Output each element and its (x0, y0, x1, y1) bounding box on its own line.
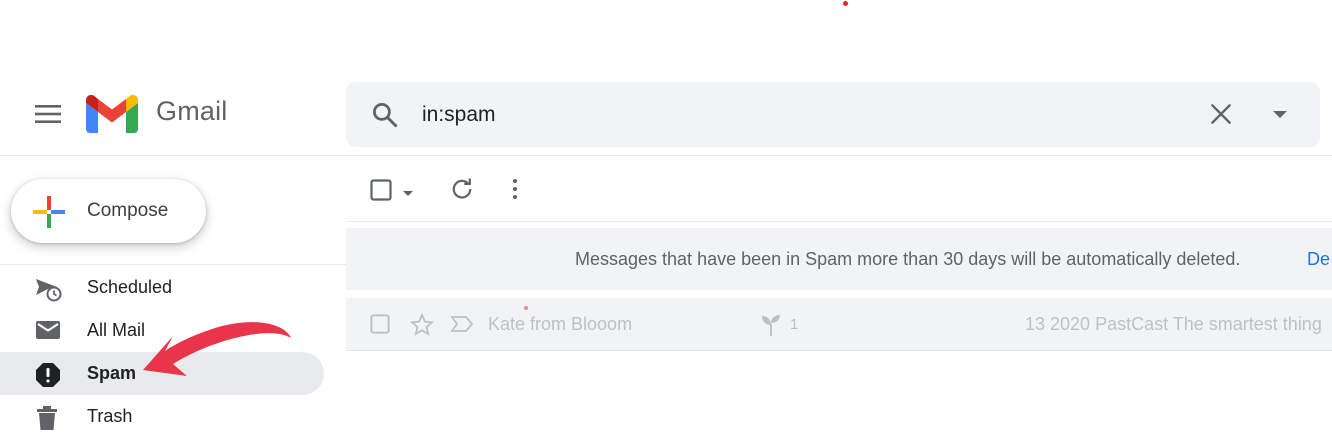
select-menu-caret-icon[interactable] (402, 185, 414, 203)
message-count: 1 (790, 316, 799, 333)
compose-label: Compose (87, 200, 169, 221)
decoration-dot (524, 306, 528, 310)
message-subject: 13 2020 PastCast The smartest thing (1025, 314, 1322, 334)
sidebar-item-label: Scheduled (87, 277, 173, 297)
gmail-m-logo-icon[interactable] (86, 94, 138, 138)
delete-all-spam-link[interactable]: De (1307, 249, 1330, 270)
annotation-arrow-icon (135, 318, 297, 387)
sprout-icon (760, 313, 782, 342)
hamburger-menu-icon (35, 105, 61, 123)
main-menu-button[interactable] (24, 90, 72, 138)
star-icon[interactable] (409, 312, 435, 342)
app-name: Gmail (156, 96, 228, 126)
message-sender: Kate from Blooom (488, 314, 633, 334)
sidebar-divider (0, 264, 346, 265)
trash-icon (35, 405, 59, 436)
sidebar-item-label: Trash (87, 406, 133, 426)
search-options-caret-icon[interactable] (1271, 108, 1289, 126)
banner-text: Messages that have been in Spam more tha… (575, 249, 1241, 269)
mail-icon (35, 319, 61, 346)
scheduled-send-icon (35, 276, 63, 307)
report-spam-icon (35, 362, 61, 393)
close-icon[interactable] (1208, 101, 1234, 132)
header-divider (0, 155, 1332, 156)
notification-dot (843, 1, 848, 6)
compose-plus-icon (32, 195, 66, 234)
refresh-icon[interactable] (451, 178, 473, 205)
search-icon[interactable] (370, 100, 400, 135)
sidebar-item-scheduled[interactable]: Scheduled (0, 266, 324, 309)
sidebar-item-label: Spam (87, 363, 137, 383)
toolbar-divider (346, 221, 1332, 222)
importance-marker-icon[interactable] (450, 315, 474, 338)
row-checkbox[interactable] (370, 314, 390, 339)
more-vertical-icon[interactable] (508, 178, 522, 205)
select-all-checkbox[interactable] (370, 179, 392, 206)
search-input[interactable] (422, 101, 1122, 129)
